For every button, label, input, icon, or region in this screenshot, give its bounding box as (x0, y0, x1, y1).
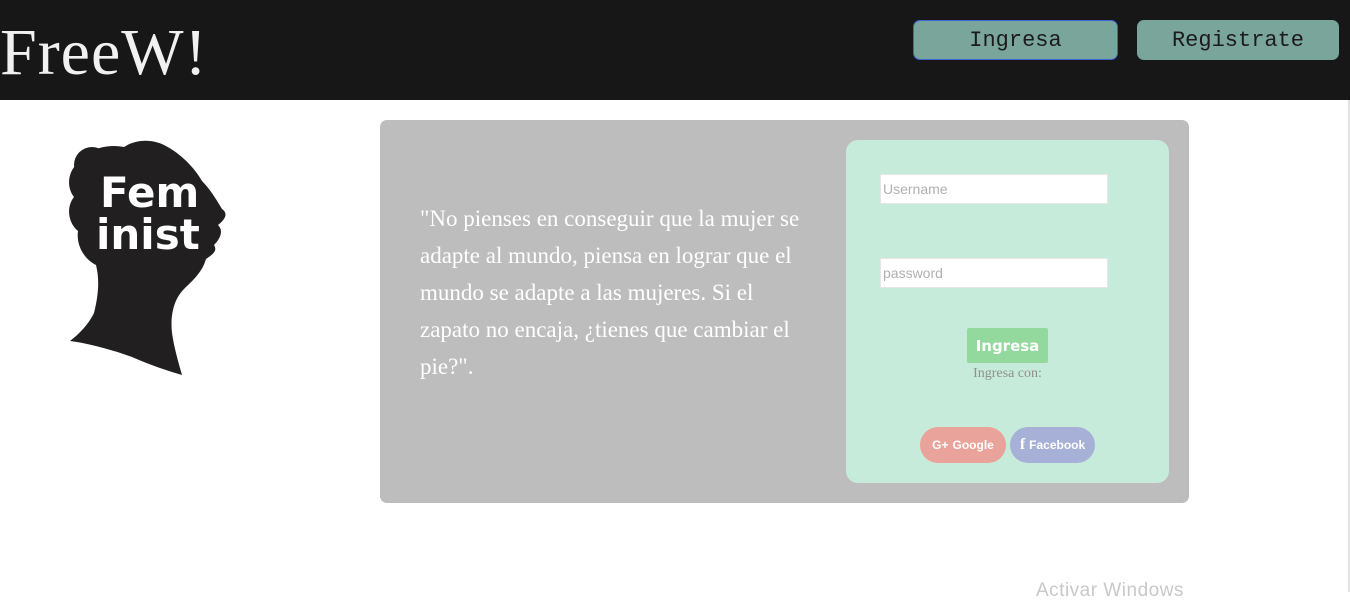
google-plus-icon: G+ (932, 438, 949, 452)
feminist-quote: "No pienses en conseguir que la mujer se… (420, 206, 800, 379)
activate-windows-watermark: Activar Windows (1036, 580, 1184, 601)
header-login-button[interactable]: Ingresa (913, 20, 1118, 60)
facebook-label: Facebook (1029, 438, 1086, 452)
facebook-icon: f (1019, 436, 1026, 453)
google-label: Google (952, 438, 994, 452)
top-navbar: FreeW! Ingresa Registrate (0, 0, 1350, 100)
login-with-label: Ingresa con: (973, 366, 1042, 381)
facebook-login-button[interactable]: f Facebook (1010, 427, 1095, 463)
password-input[interactable] (880, 258, 1108, 288)
login-submit-button[interactable]: Ingresa (967, 328, 1048, 363)
feminist-silhouette-logo: Fem inist (69, 140, 226, 375)
google-login-button[interactable]: G+ Google (920, 427, 1006, 463)
logo-text-inist: inist (96, 210, 200, 259)
username-input[interactable] (880, 174, 1108, 204)
brand-logo-text[interactable]: FreeW! (0, 14, 208, 92)
header-register-button[interactable]: Registrate (1137, 20, 1339, 60)
